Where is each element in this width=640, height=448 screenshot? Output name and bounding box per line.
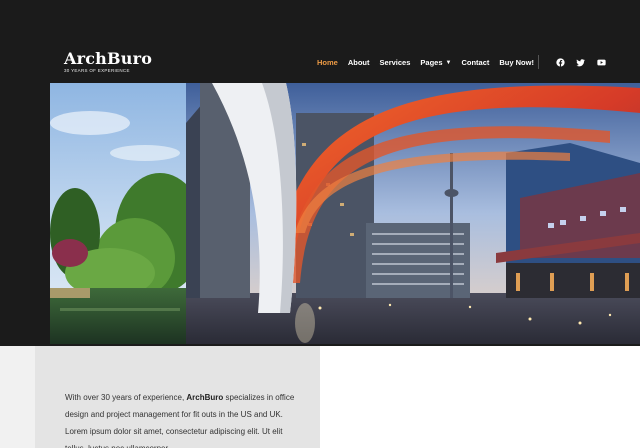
nav-divider xyxy=(538,55,539,69)
youtube-icon[interactable] xyxy=(596,57,606,67)
side-panel xyxy=(0,346,35,448)
intro-brand: ArchBuro xyxy=(186,393,224,402)
nav-contact[interactable]: Contact xyxy=(461,58,489,67)
nav-services[interactable]: Services xyxy=(380,58,411,67)
intro-section: With over 30 years of experience, ArchBu… xyxy=(35,346,320,448)
nav-pages-label: Pages xyxy=(420,57,443,67)
intro-text: With over 30 years of experience, ArchBu… xyxy=(65,389,300,448)
site-logo[interactable]: ArchBuro 30 YEARS OF EXPERIENCE xyxy=(64,49,153,74)
chevron-down-icon: ▼ xyxy=(445,59,452,66)
main-nav: Home About Services Pages ▼ Contact Buy N… xyxy=(317,56,544,68)
nav-home[interactable]: Home xyxy=(317,58,338,67)
nav-pages[interactable]: Pages ▼ xyxy=(420,58,451,67)
twitter-icon[interactable] xyxy=(575,57,585,67)
logo-name: ArchBuro xyxy=(64,49,153,68)
hero-image xyxy=(50,83,640,344)
nav-about[interactable]: About xyxy=(348,58,370,67)
facebook-icon[interactable] xyxy=(555,57,565,67)
intro-before: With over 30 years of experience, xyxy=(65,393,187,402)
nav-buy-now[interactable]: Buy Now! xyxy=(499,58,534,67)
logo-tagline: 30 YEARS OF EXPERIENCE xyxy=(64,68,130,73)
